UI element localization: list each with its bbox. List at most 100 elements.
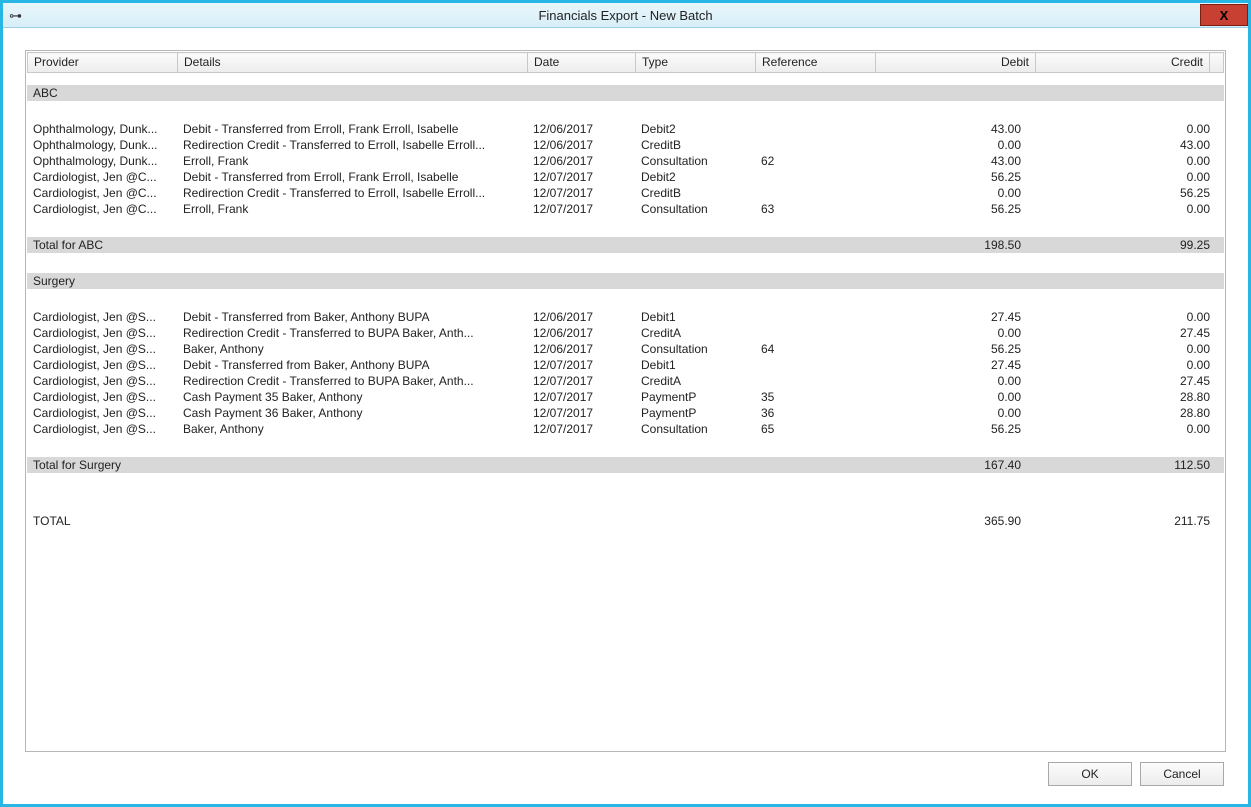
- table-row[interactable]: Cardiologist, Jen @S...Redirection Credi…: [27, 373, 1224, 389]
- cell: 112.50: [1035, 457, 1224, 473]
- cell: Cardiologist, Jen @S...: [27, 325, 177, 341]
- cell: Erroll, Frank: [177, 201, 527, 217]
- cancel-button[interactable]: Cancel: [1140, 762, 1224, 786]
- table-row[interactable]: Cardiologist, Jen @C...Debit - Transferr…: [27, 169, 1224, 185]
- cell: 0.00: [875, 325, 1035, 341]
- cell: [755, 357, 875, 373]
- cell: 62: [755, 153, 875, 169]
- cell: 0.00: [875, 405, 1035, 421]
- table-row[interactable]: Cardiologist, Jen @S...Debit - Transferr…: [27, 309, 1224, 325]
- cell: 56.25: [875, 421, 1035, 437]
- cell: Debit - Transferred from Erroll, Frank E…: [177, 121, 527, 137]
- table-row[interactable]: Cardiologist, Jen @S...Redirection Credi…: [27, 325, 1224, 341]
- cell: 12/06/2017: [527, 121, 635, 137]
- cell: Cash Payment 36 Baker, Anthony: [177, 405, 527, 421]
- client-area: Provider Details Date Type Reference Deb…: [3, 28, 1248, 804]
- table-row[interactable]: Cardiologist, Jen @S...Cash Payment 36 B…: [27, 405, 1224, 421]
- cell: PaymentP: [635, 405, 755, 421]
- table-row[interactable]: Cardiologist, Jen @C...Redirection Credi…: [27, 185, 1224, 201]
- key-icon: ⊶: [9, 9, 22, 22]
- cell: Cardiologist, Jen @C...: [27, 185, 177, 201]
- grid-body-scroll[interactable]: ABC Ophthalmology, Dunk...Debit - Transfe…: [27, 73, 1224, 750]
- cell: 0.00: [1035, 153, 1224, 169]
- spacer-row: [27, 217, 1224, 237]
- cell: [635, 457, 755, 473]
- close-button[interactable]: X: [1200, 4, 1248, 26]
- cell: Cardiologist, Jen @S...: [27, 309, 177, 325]
- cell: [755, 309, 875, 325]
- table-row[interactable]: Ophthalmology, Dunk... Erroll, Frank12/0…: [27, 153, 1224, 169]
- cell: Cardiologist, Jen @S...: [27, 389, 177, 405]
- cell: 12/06/2017: [527, 341, 635, 357]
- col-header-date[interactable]: Date: [528, 53, 636, 73]
- cell: Consultation: [635, 421, 755, 437]
- table-row[interactable]: Cardiologist, Jen @S...Cash Payment 35 B…: [27, 389, 1224, 405]
- cell: 27.45: [875, 309, 1035, 325]
- cell: [755, 513, 875, 529]
- cell: [527, 237, 635, 253]
- col-header-provider[interactable]: Provider: [28, 53, 178, 73]
- cell: [755, 325, 875, 341]
- cell: [755, 137, 875, 153]
- cell: PaymentP: [635, 389, 755, 405]
- cell: Consultation: [635, 201, 755, 217]
- spacer-row: [27, 101, 1224, 121]
- col-header-credit[interactable]: Credit: [1036, 53, 1210, 73]
- table-row[interactable]: Cardiologist, Jen @S...Debit - Transferr…: [27, 357, 1224, 373]
- cell: 12/07/2017: [527, 201, 635, 217]
- cell: Debit - Transferred from Baker, Anthony …: [177, 357, 527, 373]
- window-title: Financials Export - New Batch: [3, 8, 1248, 23]
- cell: 0.00: [875, 389, 1035, 405]
- col-header-debit[interactable]: Debit: [876, 53, 1036, 73]
- cell: Cash Payment 35 Baker, Anthony: [177, 389, 527, 405]
- close-icon: X: [1220, 8, 1229, 23]
- cell: 0.00: [1035, 341, 1224, 357]
- col-header-type[interactable]: Type: [636, 53, 756, 73]
- cell: 211.75: [1035, 513, 1224, 529]
- spacer-row: [27, 73, 1224, 85]
- cell: Debit1: [635, 357, 755, 373]
- cell: Cardiologist, Jen @S...: [27, 373, 177, 389]
- cell: 64: [755, 341, 875, 357]
- cell: Redirection Credit - Transferred to BUPA…: [177, 373, 527, 389]
- cell: 167.40: [875, 457, 1035, 473]
- spacer-row: [27, 289, 1224, 309]
- table-row[interactable]: Cardiologist, Jen @S... Baker, Anthony12…: [27, 421, 1224, 437]
- cell: Baker, Anthony: [177, 341, 527, 357]
- col-header-reference[interactable]: Reference: [756, 53, 876, 73]
- cell: CreditB: [635, 137, 755, 153]
- window: ⊶ Financials Export - New Batch X Provid…: [0, 0, 1251, 807]
- cell: CreditB: [635, 185, 755, 201]
- cell: Debit1: [635, 309, 755, 325]
- col-header-details[interactable]: Details: [178, 53, 528, 73]
- group-total-row: Total for ABC198.5099.25: [27, 237, 1224, 253]
- spacer-row: [27, 473, 1224, 493]
- cell: 56.25: [875, 169, 1035, 185]
- cell: 43.00: [875, 121, 1035, 137]
- grand-total-row: TOTAL365.90211.75: [27, 513, 1224, 529]
- cell: [177, 457, 527, 473]
- cell: 12/07/2017: [527, 389, 635, 405]
- cell: 0.00: [1035, 421, 1224, 437]
- cell: Consultation: [635, 153, 755, 169]
- cell: Cardiologist, Jen @S...: [27, 405, 177, 421]
- col-header-spacer: [1210, 53, 1224, 73]
- cell: 43.00: [1035, 137, 1224, 153]
- cell: [527, 513, 635, 529]
- table-row[interactable]: Cardiologist, Jen @C... Erroll, Frank12/…: [27, 201, 1224, 217]
- table-row[interactable]: Ophthalmology, Dunk...Redirection Credit…: [27, 137, 1224, 153]
- cell: [755, 185, 875, 201]
- group-total-row: Total for Surgery 167.40112.50: [27, 457, 1224, 473]
- cell: Cardiologist, Jen @C...: [27, 201, 177, 217]
- group-header-row: ABC: [27, 85, 1224, 101]
- cell: [755, 169, 875, 185]
- ok-button[interactable]: OK: [1048, 762, 1132, 786]
- cell: Consultation: [635, 341, 755, 357]
- cell: Erroll, Frank: [177, 153, 527, 169]
- spacer-row: [27, 437, 1224, 457]
- cell: Total for Surgery: [27, 457, 177, 473]
- cell: 43.00: [875, 153, 1035, 169]
- cell: 56.25: [875, 341, 1035, 357]
- table-row[interactable]: Ophthalmology, Dunk...Debit - Transferre…: [27, 121, 1224, 137]
- table-row[interactable]: Cardiologist, Jen @S... Baker, Anthony12…: [27, 341, 1224, 357]
